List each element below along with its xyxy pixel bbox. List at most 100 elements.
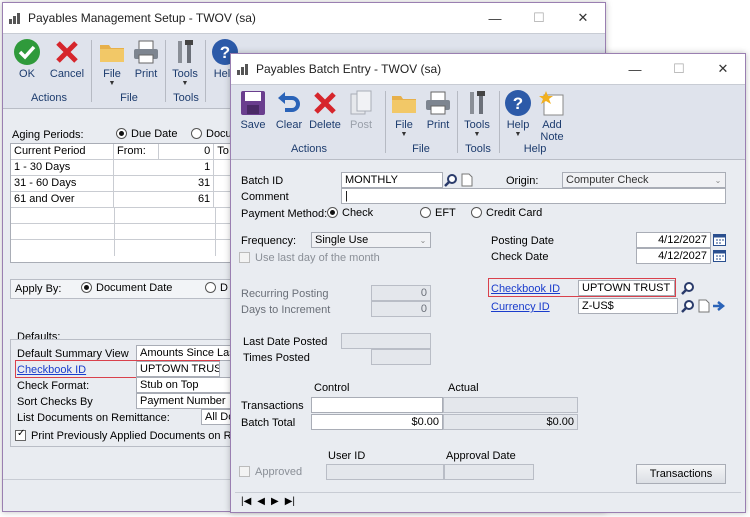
currency-id-link[interactable]: Currency ID (491, 301, 550, 313)
close-icon[interactable]: ✕ (561, 3, 605, 33)
checkbook-lookup-icon[interactable] (680, 280, 696, 296)
chevron-down-icon: ▼ (473, 131, 481, 138)
table-row[interactable]: 61 and Over 61 (11, 192, 239, 208)
setup-tools-group: Tools ▼ Tools (167, 34, 205, 108)
posting-calendar-icon[interactable] (711, 232, 727, 248)
sort-checks-by-select[interactable]: Payment Number (136, 393, 240, 409)
previous-record-icon[interactable]: ◀ (257, 496, 265, 507)
table-row[interactable] (11, 240, 239, 256)
aging-current-from[interactable]: 0 (159, 144, 215, 159)
batch-lookup-icon[interactable] (443, 172, 459, 188)
aging-period-name: 1 - 30 Days (11, 160, 115, 175)
apply-by-due-date-radio[interactable]: D (205, 282, 228, 294)
aging-header-period: Current Period (11, 144, 115, 159)
setup-checkbook-id-link[interactable]: Checkbook ID (17, 364, 86, 376)
frequency-value: Single Use (315, 234, 369, 246)
control-batch-total-input[interactable]: $0.00 (311, 414, 443, 430)
control-transactions-input[interactable] (311, 397, 443, 413)
currency-new-icon[interactable] (696, 298, 712, 314)
batch-id-input[interactable]: MONTHLY (341, 172, 443, 188)
setup-checkbook-id-input[interactable]: UPTOWN TRUST (136, 361, 220, 377)
check-date-label: Check Date (491, 251, 549, 263)
app-icon (237, 63, 250, 75)
recurring-posting-input[interactable]: 0 (371, 285, 431, 301)
batch-new-note-icon[interactable] (459, 172, 475, 188)
delete-x-icon (314, 92, 336, 114)
currency-lookup-icon[interactable] (680, 298, 696, 314)
table-row[interactable] (11, 208, 239, 224)
maximize-icon[interactable]: ☐ (657, 54, 701, 84)
batch-checkbook-id-input[interactable]: UPTOWN TRUST (578, 280, 675, 296)
actions-group-label: Actions (30, 92, 68, 104)
payment-eft-radio[interactable]: EFT (420, 207, 456, 219)
chevron-down-icon: ▼ (514, 131, 522, 138)
payment-credit-card-radio[interactable]: Credit Card (471, 207, 542, 219)
check-format-select[interactable]: Stub on Top (136, 377, 240, 393)
next-record-icon[interactable]: ▶ (271, 496, 279, 507)
aging-period-from: 31 (114, 176, 215, 191)
first-record-icon[interactable]: |◀ (241, 496, 251, 507)
help-menu-button[interactable]: ? Help ▼ (501, 85, 535, 143)
days-to-increment-input[interactable]: 0 (371, 301, 431, 317)
user-id-value (326, 464, 444, 480)
tools-menu-button[interactable]: Tools ▼ (459, 85, 495, 143)
file-menu-button[interactable]: File ▼ (387, 85, 421, 143)
use-last-day-checkbox[interactable]: Use last day of the month (239, 252, 380, 264)
aging-document-radio[interactable]: Docu (191, 128, 232, 140)
minimize-icon[interactable]: — (473, 3, 517, 33)
sort-checks-by-label: Sort Checks By (17, 396, 93, 408)
aging-due-date-radio[interactable]: Due Date (116, 128, 177, 140)
delete-button[interactable]: Delete (307, 85, 343, 143)
apply-by-document-date-label: Document Date (96, 282, 173, 294)
maximize-icon[interactable]: ☐ (517, 3, 561, 33)
actual-label: Actual (448, 382, 479, 394)
save-button[interactable]: Save (235, 85, 271, 143)
apply-by-document-date-radio[interactable]: Document Date (81, 282, 172, 294)
approved-label: Approved (255, 466, 303, 478)
batch-total-label: Batch Total (241, 417, 296, 429)
file-menu-button[interactable]: File ▼ (95, 34, 129, 92)
approved-checkbox[interactable]: Approved (239, 466, 302, 478)
save-icon (241, 91, 265, 115)
currency-id-input[interactable]: Z-US$ (578, 298, 678, 314)
cancel-x-icon (56, 41, 78, 63)
table-row[interactable]: 1 - 30 Days 1 (11, 160, 239, 176)
payment-eft-label: EFT (435, 207, 456, 219)
last-record-icon[interactable]: ▶| (285, 496, 295, 507)
tools-menu-button[interactable]: Tools ▼ (167, 34, 203, 92)
print-button[interactable]: Print (421, 85, 455, 143)
file-group-label: File (412, 143, 430, 155)
default-summary-view-select[interactable]: Amounts Since Last C (136, 345, 240, 361)
close-icon[interactable]: ✕ (701, 54, 745, 84)
payment-check-radio[interactable]: Check (327, 207, 373, 219)
times-posted-label: Times Posted (243, 352, 310, 364)
transactions-button[interactable]: Transactions (636, 464, 726, 484)
add-note-button[interactable]: Add Note (535, 85, 569, 143)
ok-button[interactable]: OK (9, 34, 45, 92)
aging-due-date-label: Due Date (131, 128, 178, 140)
table-row[interactable]: 31 - 60 Days 31 (11, 176, 239, 192)
clear-button[interactable]: Clear (271, 85, 307, 143)
aging-document-label: Docu (206, 128, 232, 140)
comment-input[interactable]: | (341, 188, 726, 204)
print-button[interactable]: Print (129, 34, 163, 92)
tools-icon (178, 40, 193, 63)
chevron-down-icon: ⌄ (419, 235, 427, 245)
batch-checkbook-id-link[interactable]: Checkbook ID (491, 283, 560, 295)
minimize-icon[interactable]: — (613, 54, 657, 84)
printer-icon (134, 40, 158, 64)
post-icon (350, 90, 372, 115)
arrow-right-icon[interactable] (711, 298, 727, 314)
batch-tools-group: Tools ▼ Tools (459, 85, 497, 159)
batch-titlebar: Payables Batch Entry - TWOV (sa) — ☐ ✕ (231, 54, 745, 84)
tools-group-label: Tools (173, 92, 199, 104)
cancel-button[interactable]: Cancel (45, 34, 89, 92)
table-row[interactable] (11, 224, 239, 240)
frequency-select[interactable]: Single Use ⌄ (311, 232, 431, 248)
origin-select[interactable]: Computer Check ⌄ (562, 172, 726, 188)
posting-date-input[interactable]: 4/12/2027 (636, 232, 711, 248)
post-button[interactable]: Post (343, 85, 379, 143)
check-date-input[interactable]: 4/12/2027 (636, 248, 711, 264)
check-calendar-icon[interactable] (711, 248, 727, 264)
record-navigation-bar: |◀ ◀ ▶ ▶| (235, 492, 741, 510)
